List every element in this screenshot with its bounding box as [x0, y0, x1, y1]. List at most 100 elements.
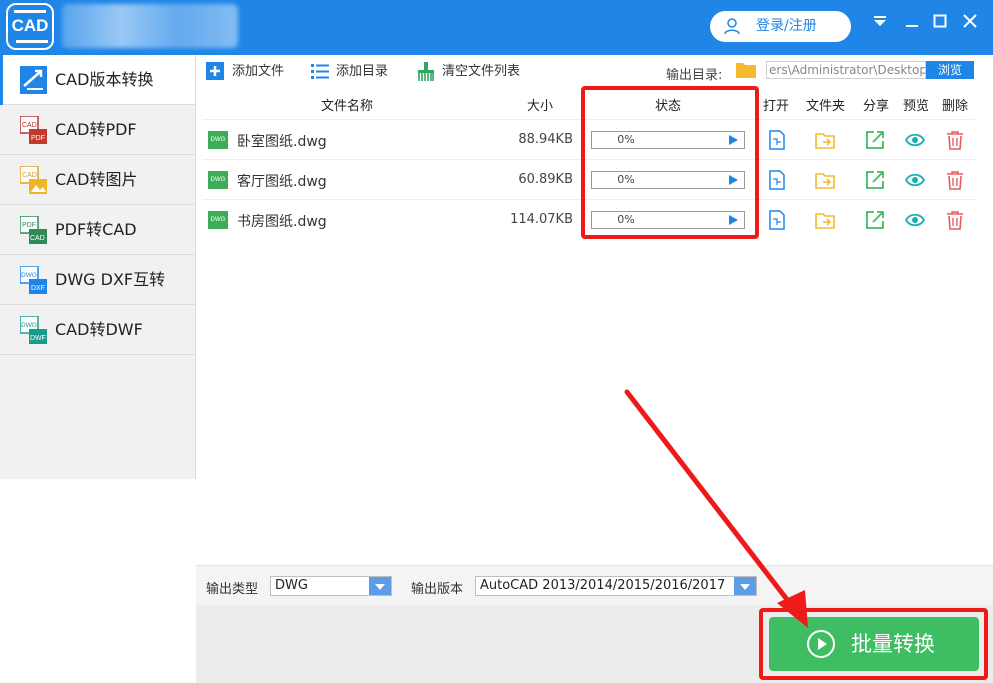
menu-dropdown-icon[interactable]: [871, 14, 889, 32]
sidebar-item-label: CAD转图片: [55, 170, 138, 189]
share-icon[interactable]: [865, 130, 885, 150]
logo-arrow-bottom: [16, 40, 48, 43]
dwg-file-icon: DWG: [208, 131, 228, 149]
svg-text:DWG: DWG: [21, 272, 37, 279]
browse-button[interactable]: 浏览: [926, 61, 974, 79]
output-version-label: 输出版本: [411, 582, 464, 597]
output-options-bar: 输出类型 DWG 输出版本 AutoCAD 2013/2014/2015/201…: [196, 565, 993, 605]
clear-list-label: 清空文件列表: [442, 64, 521, 79]
batch-convert-label: 批量转换: [851, 632, 935, 656]
svg-text:DWG: DWG: [21, 322, 37, 329]
output-dir-label: 输出目录:: [666, 68, 723, 83]
batch-convert-button[interactable]: 批量转换: [769, 617, 979, 671]
list-icon: [311, 64, 329, 79]
svg-text:DXF: DXF: [31, 285, 45, 292]
sidebar: CAD版本转换 CAD PDF CAD转PDF CAD CAD转图片 PDF C…: [0, 55, 196, 479]
open-file-icon[interactable]: [767, 170, 787, 190]
close-glyph: [963, 14, 977, 28]
delete-trash-icon[interactable]: [945, 130, 965, 150]
file-size: 60.89KB: [518, 172, 573, 187]
open-folder-icon[interactable]: [815, 130, 835, 150]
title-bar: CAD 登录/注册: [0, 0, 993, 55]
sidebar-item-label: CAD版本转换: [55, 70, 154, 89]
output-dir-field[interactable]: ers\Administrator\Desktop: [766, 61, 926, 79]
header-delete: 删除: [942, 99, 969, 114]
header-open: 打开: [763, 99, 790, 114]
minimize-glyph: [906, 25, 918, 27]
login-label: 登录/注册: [756, 18, 817, 34]
cad-to-image-icon: CAD: [20, 166, 47, 194]
svg-text:CAD: CAD: [22, 172, 37, 179]
delete-trash-icon[interactable]: [945, 170, 965, 190]
open-folder-icon[interactable]: [815, 170, 835, 190]
output-version-value: AutoCAD 2013/2014/2015/2016/2017: [480, 578, 726, 593]
svg-text:CAD: CAD: [30, 235, 45, 242]
open-file-icon[interactable]: [767, 130, 787, 150]
share-icon[interactable]: [865, 170, 885, 190]
preview-eye-icon[interactable]: [905, 210, 925, 230]
open-file-icon[interactable]: [767, 210, 787, 230]
cad-to-pdf-icon: CAD PDF: [20, 116, 47, 144]
svg-text:PDF: PDF: [22, 222, 36, 229]
preview-eye-icon[interactable]: [905, 130, 925, 150]
file-size: 88.94KB: [518, 132, 573, 147]
app-window: CAD 登录/注册 CAD版本转换 CAD PDF CAD转PDF CAD CA…: [0, 0, 993, 683]
sidebar-item-cad-to-dwf[interactable]: DWG DWF CAD转DWF: [0, 305, 195, 355]
app-logo: CAD: [6, 3, 54, 50]
header-file-name: 文件名称: [321, 99, 374, 114]
maximize-glyph: [933, 14, 947, 28]
svg-text:PDF: PDF: [31, 135, 45, 142]
preview-eye-icon[interactable]: [905, 170, 925, 190]
plus-icon: [206, 62, 224, 80]
dwg-file-icon: DWG: [208, 211, 228, 229]
chevron-down-icon: [734, 577, 756, 595]
header-share: 分享: [863, 99, 890, 114]
add-file-button[interactable]: 添加文件: [206, 62, 284, 82]
maximize-icon[interactable]: [931, 14, 949, 32]
version-convert-icon: [20, 66, 47, 94]
file-name: 书房图纸.dwg: [237, 214, 327, 230]
file-size: 114.07KB: [510, 212, 573, 227]
add-directory-label: 添加目录: [336, 64, 389, 79]
sidebar-item-cad-to-image[interactable]: CAD CAD转图片: [0, 155, 195, 205]
share-icon[interactable]: [865, 210, 885, 230]
header-size: 大小: [527, 99, 554, 114]
sidebar-item-label: PDF转CAD: [55, 220, 137, 239]
svg-text:CAD: CAD: [22, 122, 37, 129]
output-type-select[interactable]: DWG: [270, 576, 392, 596]
file-name: 客厅图纸.dwg: [237, 174, 327, 190]
sidebar-item-pdf-to-cad[interactable]: PDF CAD PDF转CAD: [0, 205, 195, 255]
sidebar-item-label: CAD转PDF: [55, 120, 137, 139]
pdf-to-cad-icon: PDF CAD: [20, 216, 47, 244]
svg-text:DWF: DWF: [30, 335, 46, 342]
chevron-down-icon: [369, 577, 391, 595]
open-folder-icon[interactable]: [815, 210, 835, 230]
output-version-select[interactable]: AutoCAD 2013/2014/2015/2016/2017: [475, 576, 757, 596]
close-icon[interactable]: [961, 14, 979, 32]
file-name: 卧室图纸.dwg: [237, 134, 327, 150]
menu-dropdown-glyph: [874, 16, 886, 26]
play-circle-icon: [807, 630, 835, 658]
header-folder: 文件夹: [806, 99, 846, 114]
sidebar-item-dwg-dxf[interactable]: DWG DXF DWG DXF互转: [0, 255, 195, 305]
output-type-value: DWG: [275, 578, 308, 593]
delete-trash-icon[interactable]: [945, 210, 965, 230]
output-type-label: 输出类型: [206, 582, 259, 597]
logo-arrow-top: [14, 10, 46, 13]
dwg-file-icon: DWG: [208, 171, 228, 189]
dwg-dxf-icon: DWG DXF: [20, 266, 47, 294]
minimize-icon[interactable]: [903, 14, 921, 32]
user-icon: [724, 18, 740, 35]
clear-list-button[interactable]: 清空文件列表: [416, 62, 520, 82]
sidebar-item-version-convert[interactable]: CAD版本转换: [0, 55, 195, 105]
status-highlight-box: [581, 86, 759, 239]
logo-text: CAD: [11, 16, 49, 35]
add-directory-button[interactable]: 添加目录: [310, 62, 388, 82]
blurred-app-name: [62, 4, 238, 48]
folder-icon: [736, 63, 756, 78]
sidebar-item-cad-to-pdf[interactable]: CAD PDF CAD转PDF: [0, 105, 195, 155]
add-file-label: 添加文件: [232, 64, 285, 79]
toolbar: 添加文件 添加目录 清空文件列表 输出目录: ers\Administrator…: [196, 55, 993, 87]
login-register-button[interactable]: 登录/注册: [710, 11, 851, 42]
sidebar-item-label: DWG DXF互转: [55, 270, 166, 289]
